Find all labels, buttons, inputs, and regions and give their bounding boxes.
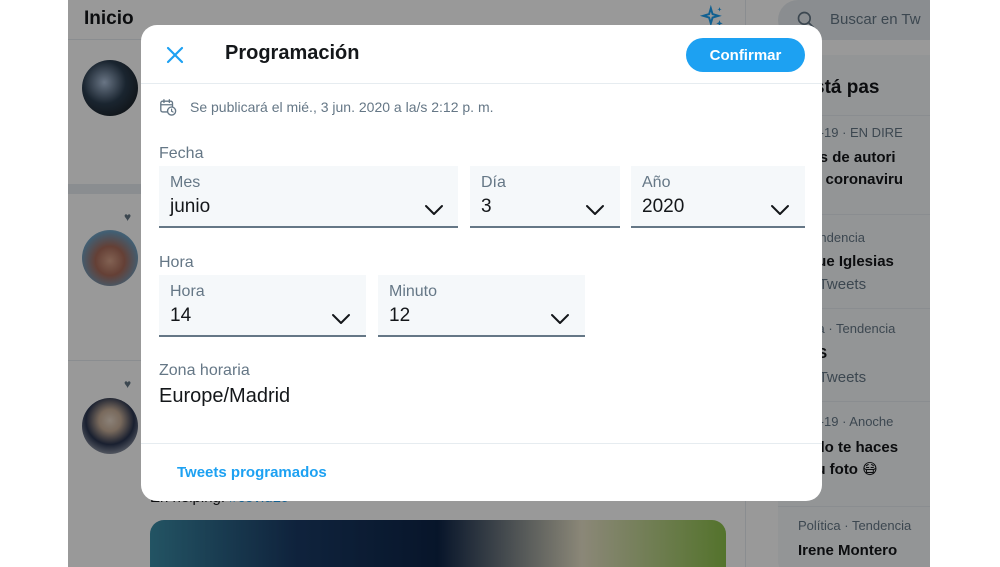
scheduled-tweets-link[interactable]: Tweets programados bbox=[177, 464, 327, 481]
day-value: 3 bbox=[481, 196, 492, 217]
chevron-down-icon bbox=[551, 314, 569, 324]
year-value: 2020 bbox=[642, 196, 685, 217]
month-select[interactable]: Mes junio bbox=[159, 166, 458, 228]
chevron-down-icon bbox=[332, 314, 350, 324]
schedule-text: Se publicará el mié., 3 jun. 2020 a la/s… bbox=[190, 99, 494, 115]
hour-select[interactable]: Hora 14 bbox=[159, 275, 366, 337]
month-value: junio bbox=[170, 196, 211, 217]
minute-value: 12 bbox=[389, 305, 411, 326]
confirm-button[interactable]: Confirmar bbox=[686, 38, 805, 72]
close-icon bbox=[166, 46, 184, 64]
chevron-down-icon bbox=[771, 205, 789, 215]
hour-value: 14 bbox=[170, 305, 192, 326]
time-section-label: Hora bbox=[159, 254, 194, 271]
schedule-dialog: Programación Confirmar Se publicará el m… bbox=[141, 25, 822, 501]
day-select[interactable]: Día 3 bbox=[470, 166, 620, 228]
dialog-footer-divider bbox=[141, 443, 822, 444]
date-section-label: Fecha bbox=[159, 145, 204, 162]
minute-label: Minuto bbox=[389, 283, 438, 300]
month-label: Mes bbox=[170, 174, 201, 191]
timezone-value: Europe/Madrid bbox=[159, 385, 291, 407]
day-label: Día bbox=[481, 174, 506, 191]
year-select[interactable]: Año 2020 bbox=[631, 166, 805, 228]
calendar-clock-icon bbox=[160, 99, 177, 116]
year-label: Año bbox=[642, 174, 671, 191]
hour-label: Hora bbox=[170, 283, 205, 300]
timezone-label: Zona horaria bbox=[159, 362, 250, 379]
close-button[interactable] bbox=[157, 37, 193, 73]
chevron-down-icon bbox=[586, 205, 604, 215]
chevron-down-icon bbox=[425, 205, 443, 215]
minute-select[interactable]: Minuto 12 bbox=[378, 275, 585, 337]
schedule-summary: Se publicará el mié., 3 jun. 2020 a la/s… bbox=[159, 96, 494, 118]
dialog-title: Programación bbox=[225, 42, 360, 64]
dialog-header: Programación Confirmar bbox=[141, 25, 822, 84]
